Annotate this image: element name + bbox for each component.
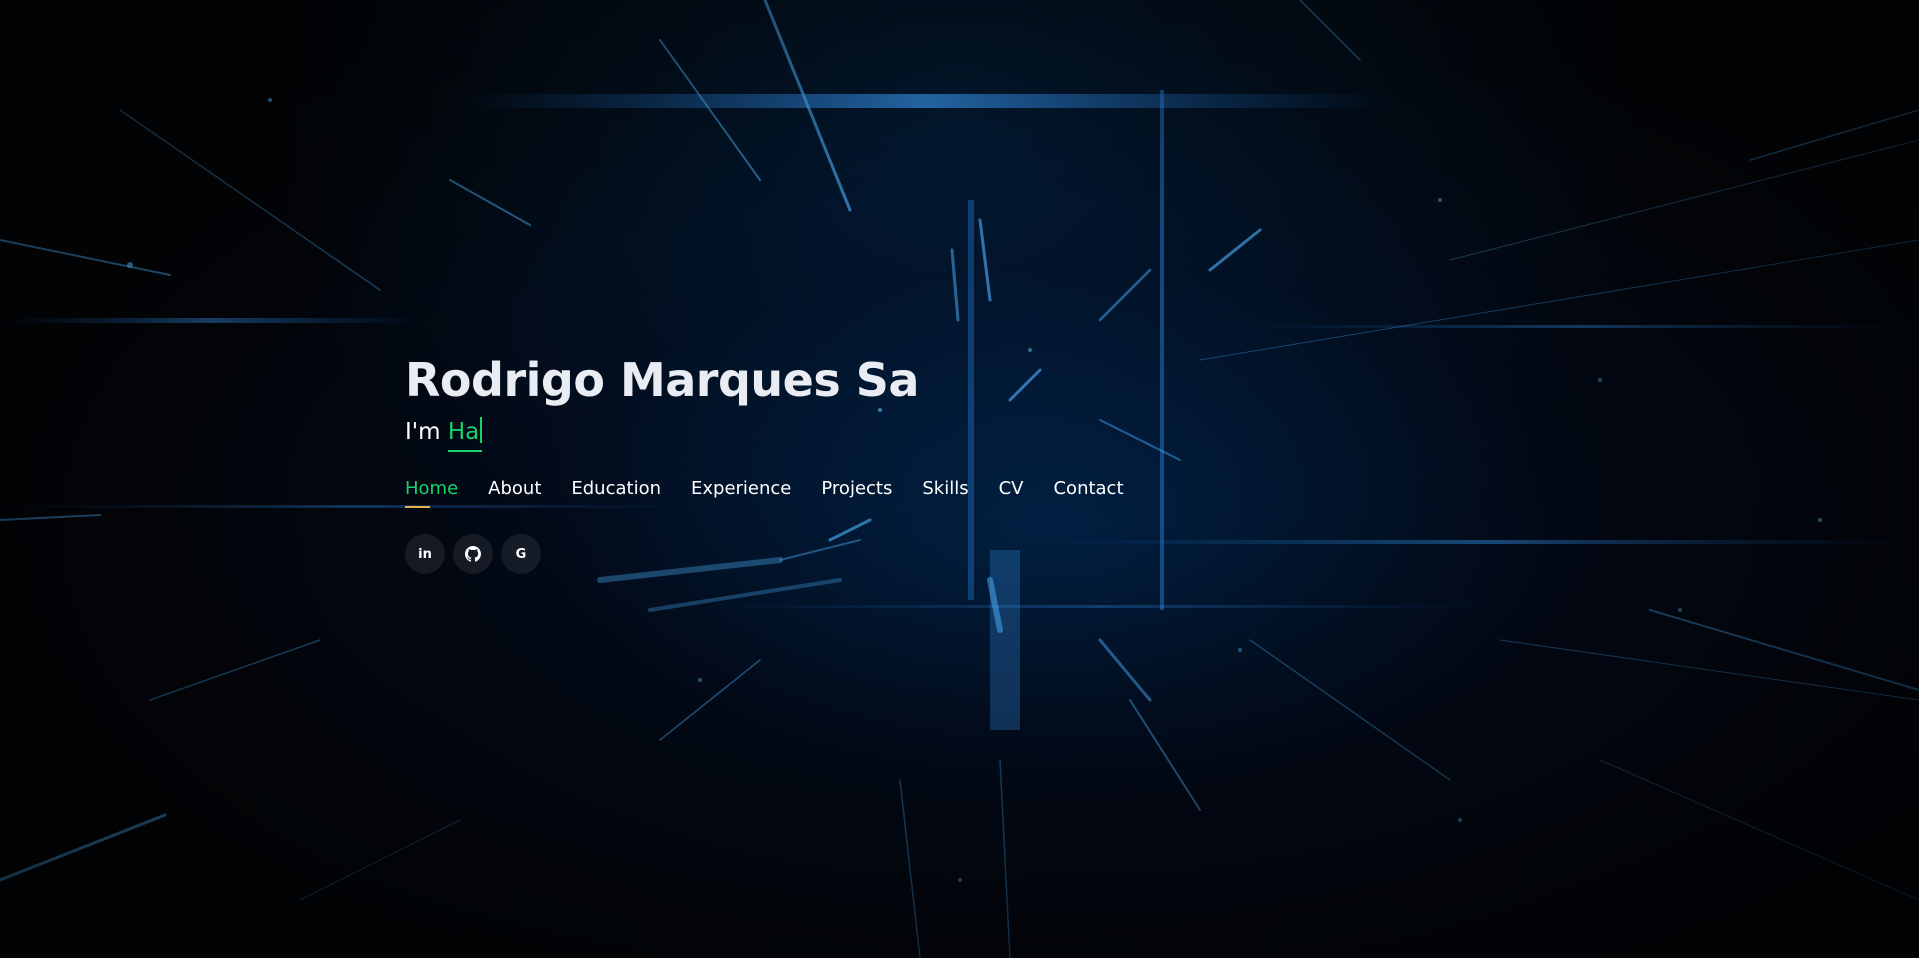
nav-item-cv[interactable]: CV bbox=[999, 476, 1024, 508]
github-button[interactable] bbox=[453, 534, 493, 574]
typing-cursor bbox=[480, 417, 483, 443]
hero-section: Rodrigo Marques Sa I'm Ha Home About Edu… bbox=[0, 0, 1919, 958]
linkedin-icon: in bbox=[418, 546, 432, 562]
google-button[interactable]: G bbox=[501, 534, 541, 574]
nav-item-experience[interactable]: Experience bbox=[691, 476, 791, 508]
nav-item-education[interactable]: Education bbox=[571, 476, 661, 508]
nav-item-about[interactable]: About bbox=[488, 476, 541, 508]
hero-name: Rodrigo Marques Sa bbox=[405, 353, 919, 407]
linkedin-button[interactable]: in bbox=[405, 534, 445, 574]
nav-item-skills[interactable]: Skills bbox=[922, 476, 968, 508]
nav-item-home[interactable]: Home bbox=[405, 476, 458, 508]
hero-content: Rodrigo Marques Sa I'm Ha Home About Edu… bbox=[405, 348, 1305, 574]
typed-text: Ha bbox=[447, 417, 483, 452]
nav-item-projects[interactable]: Projects bbox=[821, 476, 892, 508]
github-icon bbox=[465, 546, 481, 562]
social-links: in G bbox=[405, 534, 1305, 574]
intro-prefix: I'm bbox=[405, 419, 448, 445]
typed-text-value: Ha bbox=[447, 419, 480, 445]
google-icon: G bbox=[515, 546, 527, 562]
nav-item-contact[interactable]: Contact bbox=[1053, 476, 1123, 508]
typed-intro: I'm Ha bbox=[405, 416, 1305, 452]
main-nav: Home About Education Experience Projects… bbox=[405, 476, 1305, 508]
